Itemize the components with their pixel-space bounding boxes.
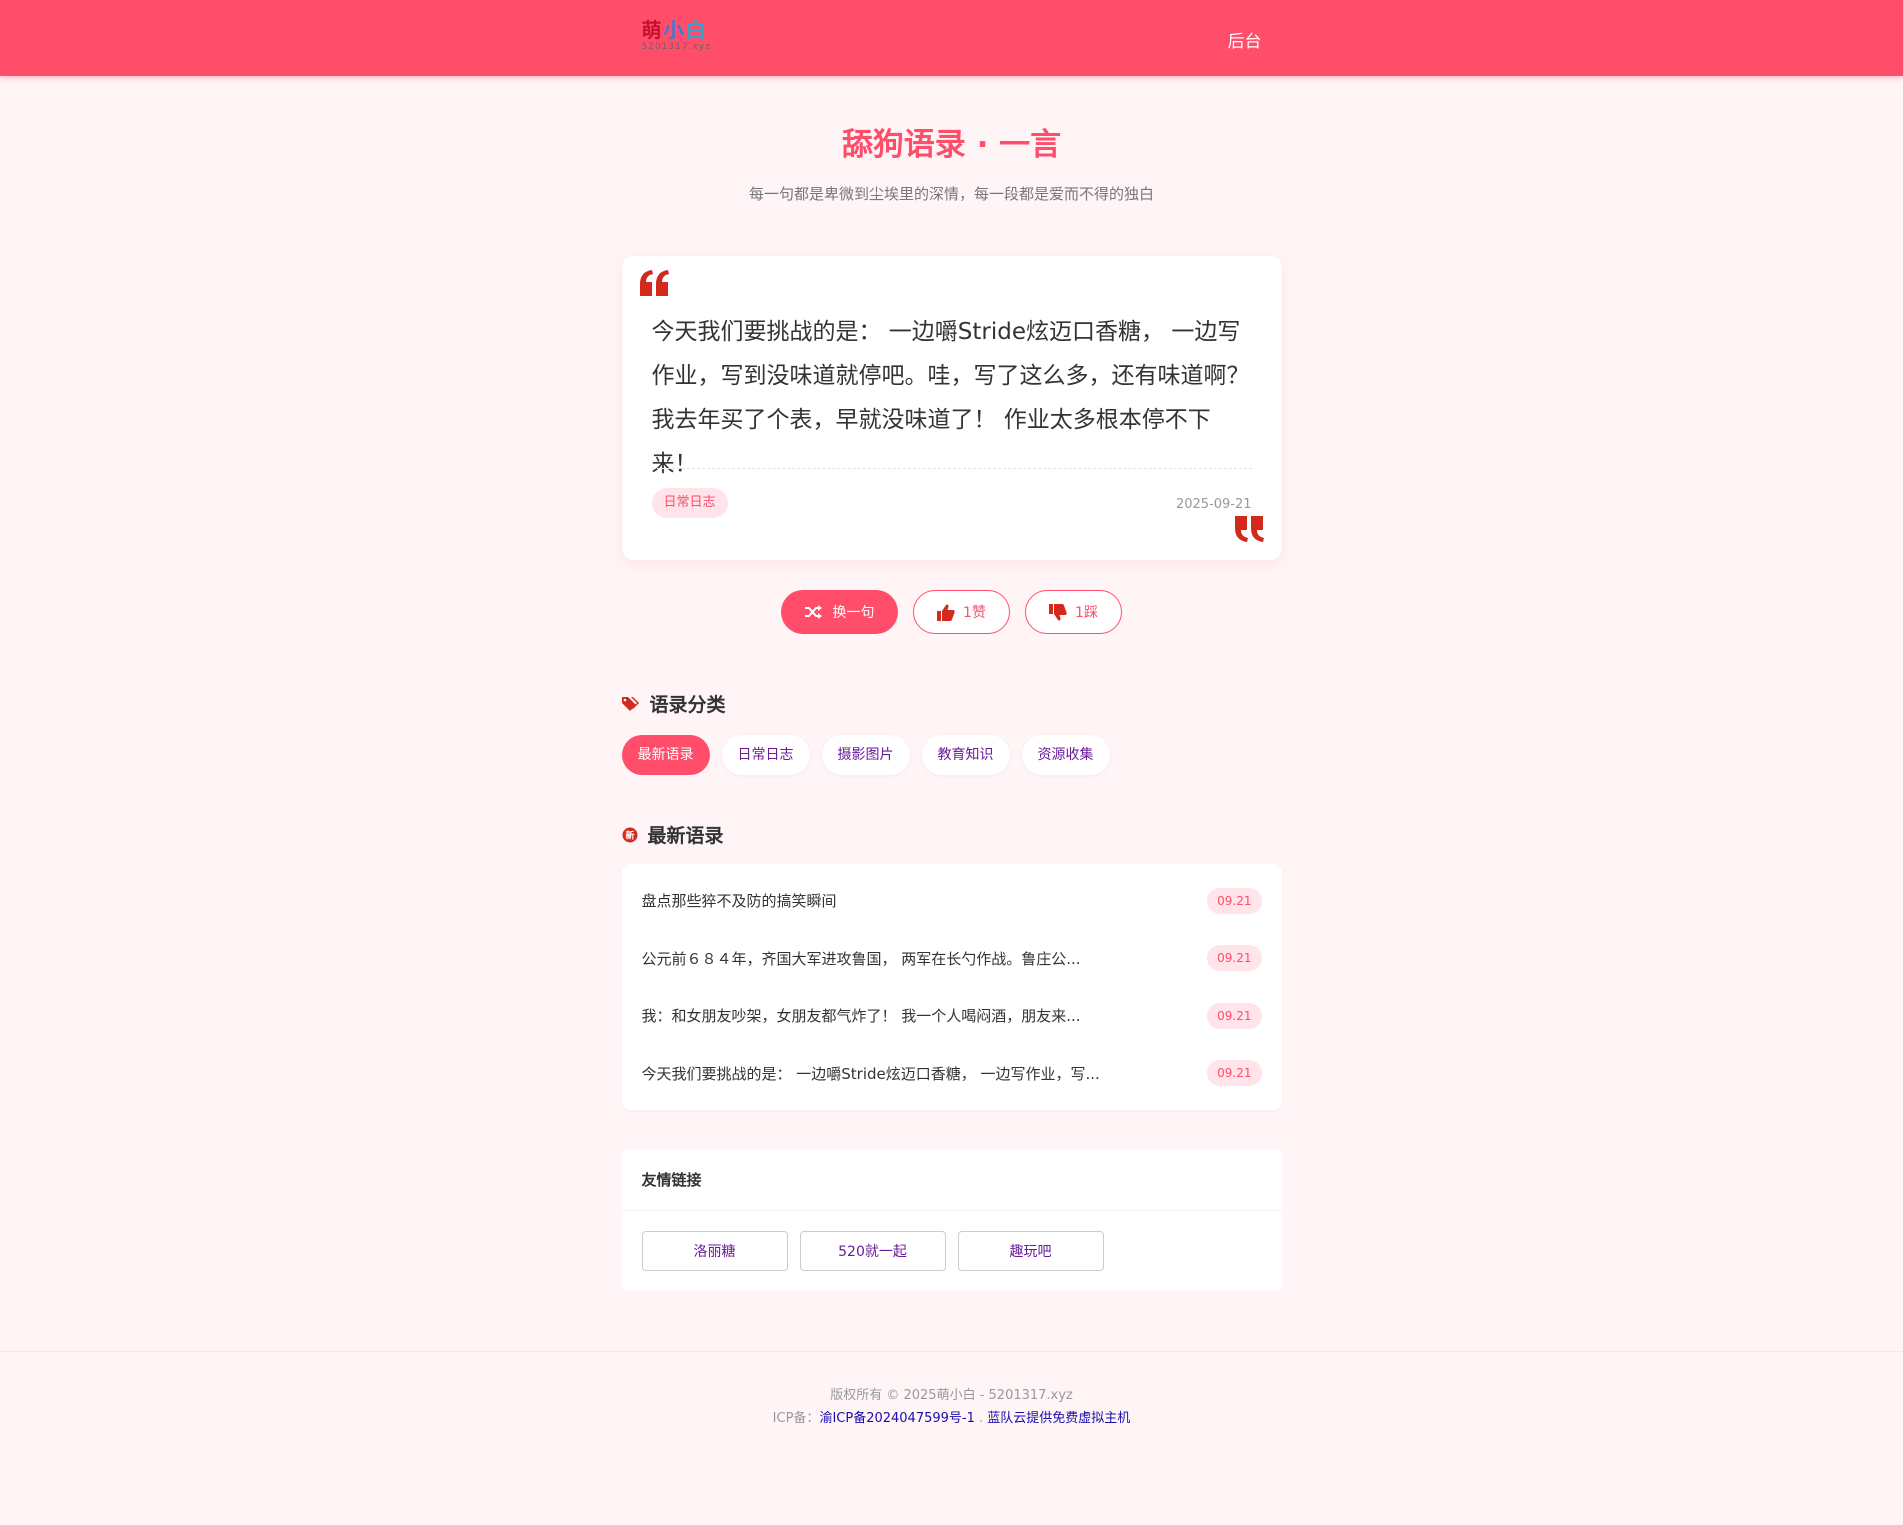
- shuffle-button[interactable]: 换一句: [781, 590, 898, 634]
- footer-icp-line: ICP备：渝ICP备2024047599号-1 . 蓝队云提供免费虚拟主机: [0, 1407, 1903, 1430]
- category-photography[interactable]: 摄影图片: [821, 735, 910, 775]
- list-item[interactable]: 盘点那些猝不及防的搞笑瞬间 09.21: [622, 872, 1282, 930]
- top-header: 萌小白 5201317.xyz 后台: [0, 0, 1903, 76]
- list-item[interactable]: 今天我们要挑战的是： 一边嚼Stride炫迈口香糖， 一边写作业，写... 09…: [622, 1045, 1282, 1103]
- categories-title: 语录分类: [649, 694, 726, 716]
- friend-links-heading: 友情链接: [621, 1150, 1282, 1211]
- friend-links-list: 洛丽糖 520就一起 趣玩吧: [622, 1211, 1282, 1291]
- category-daily-log[interactable]: 日常日志: [721, 735, 810, 775]
- logo-char-1: 萌: [641, 18, 664, 42]
- quote-text: 今天我们要挑战的是： 一边嚼Stride炫迈口香糖， 一边写作业，写到没味道就停…: [651, 319, 1250, 477]
- thumbs-down-icon: [1049, 603, 1067, 620]
- shuffle-label: 换一句: [832, 605, 875, 621]
- list-item[interactable]: 我：和女朋友吵架，女朋友都气炸了！ 我一个人喝闷酒，朋友来... 09.21: [622, 987, 1282, 1045]
- list-item-text: 我：和女朋友吵架，女朋友都气炸了！ 我一个人喝闷酒，朋友来...: [641, 1007, 1081, 1026]
- shuffle-icon: [804, 605, 822, 619]
- quote-date: 2025-09-21: [1175, 497, 1252, 512]
- quote-category-tag[interactable]: 日常日志: [651, 488, 728, 518]
- list-item-date: 09.21: [1207, 887, 1262, 914]
- list-item-date: 09.21: [1207, 1060, 1262, 1087]
- thumbs-up-icon: [937, 604, 955, 621]
- quote-open-icon: [639, 270, 669, 296]
- icp-link[interactable]: 渝ICP备2024047599号-1: [819, 1411, 974, 1426]
- logo-domain: 5201317.xyz: [641, 42, 711, 52]
- quote-card: 今天我们要挑战的是： 一边嚼Stride炫迈口香糖， 一边写作业，写到没味道就停…: [621, 256, 1282, 560]
- dislike-button[interactable]: 1踩: [1025, 590, 1122, 634]
- like-button[interactable]: 1赞: [913, 590, 1010, 634]
- latest-list: 盘点那些猝不及防的搞笑瞬间 09.21 公元前６８４年，齐国大军进攻鲁国， 两军…: [621, 864, 1282, 1110]
- quote-divider: [651, 468, 1252, 469]
- header-inner: 萌小白 5201317.xyz 后台: [622, 0, 1282, 76]
- logo-wordmark: 萌小白: [642, 18, 714, 42]
- friend-link[interactable]: 趣玩吧: [957, 1231, 1104, 1271]
- friend-link[interactable]: 洛丽糖: [641, 1231, 788, 1271]
- friend-links-panel: 友情链接 洛丽糖 520就一起 趣玩吧: [621, 1150, 1282, 1291]
- new-badge-icon: 新: [622, 827, 637, 842]
- list-item-date: 09.21: [1207, 1002, 1262, 1029]
- dislike-count: 1踩: [1075, 605, 1098, 621]
- logo-char-3: 白: [685, 18, 708, 42]
- new-badge-text: 新: [625, 829, 634, 841]
- category-list: 最新语录 日常日志 摄影图片 教育知识 资源收集: [621, 735, 1282, 775]
- quote-close-icon: [1234, 516, 1264, 542]
- latest-heading: 新 最新语录: [622, 821, 1282, 848]
- footer-separator: .: [979, 1411, 984, 1426]
- main-content: 舔狗语录 · 一言 每一句都是卑微到尘埃里的深情，每一段都是爱而不得的独白 今天…: [621, 76, 1282, 1291]
- icp-prefix: ICP备：: [772, 1411, 820, 1426]
- footer: 版权所有 © 2025萌小白 - 5201317.xyz ICP备：渝ICP备2…: [0, 1351, 1903, 1430]
- host-link[interactable]: 蓝队云提供免费虚拟主机: [987, 1411, 1130, 1426]
- page-subtitle: 每一句都是卑微到尘埃里的深情，每一段都是爱而不得的独白: [748, 185, 1154, 203]
- like-count: 1赞: [963, 605, 986, 621]
- list-item-text: 盘点那些猝不及防的搞笑瞬间: [641, 892, 837, 911]
- list-item[interactable]: 公元前６８４年，齐国大军进攻鲁国， 两军在长勺作战。鲁庄公... 09.21: [622, 930, 1282, 988]
- action-row: 换一句 1赞 1踩: [622, 590, 1282, 634]
- list-item-text: 公元前６８４年，齐国大军进攻鲁国， 两军在长勺作战。鲁庄公...: [641, 949, 1081, 968]
- footer-copyright: 版权所有 © 2025萌小白 - 5201317.xyz: [830, 1388, 1073, 1403]
- category-latest[interactable]: 最新语录: [621, 735, 710, 775]
- list-item-text: 今天我们要挑战的是： 一边嚼Stride炫迈口香糖， 一边写作业，写...: [641, 1064, 1100, 1083]
- page-title: 舔狗语录 · 一言: [841, 127, 1062, 163]
- list-item-date: 09.21: [1207, 945, 1262, 972]
- latest-title: 最新语录: [647, 825, 724, 847]
- logo-char-2: 小: [663, 18, 686, 42]
- site-logo[interactable]: 萌小白 5201317.xyz: [642, 18, 714, 58]
- categories-heading: 语录分类: [621, 690, 1282, 717]
- tags-icon: [621, 696, 639, 711]
- category-education[interactable]: 教育知识: [921, 735, 1010, 775]
- admin-link[interactable]: 后台: [1228, 27, 1262, 52]
- category-resources[interactable]: 资源收集: [1021, 735, 1110, 775]
- friend-link[interactable]: 520就一起: [799, 1231, 946, 1271]
